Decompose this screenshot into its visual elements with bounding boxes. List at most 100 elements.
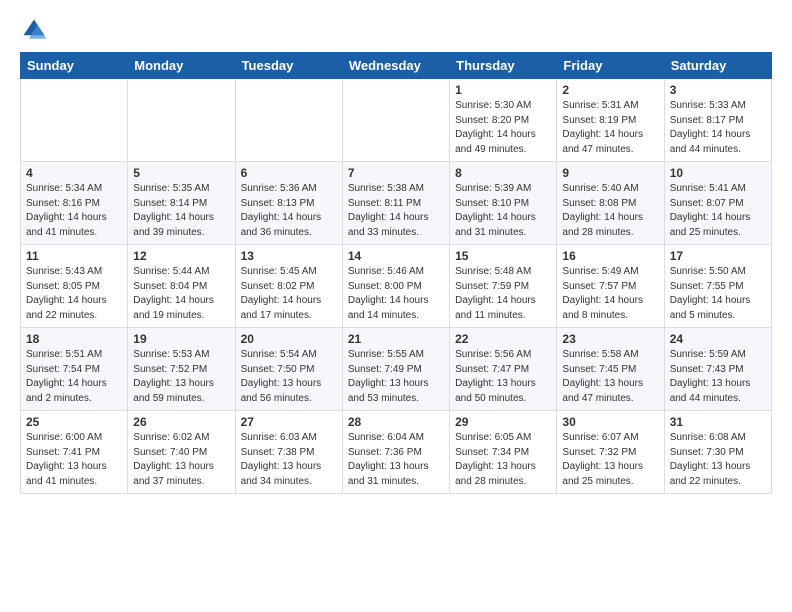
day-info: Sunrise: 5:33 AM Sunset: 8:17 PM Dayligh… <box>670 99 766 157</box>
calendar-cell: 31 Sunrise: 6:08 AM Sunset: 7:30 PM Dayli… <box>664 411 771 494</box>
week-row-4: 18 Sunrise: 5:51 AM Sunset: 7:54 PM Dayli… <box>21 328 772 411</box>
weekday-header-sunday: Sunday <box>21 53 128 79</box>
calendar-cell: 8Sunrise: 5:39 AM Sunset: 8:10 PM Daylig… <box>450 162 557 245</box>
calendar-cell: 10 Sunrise: 5:41 AM Sunset: 8:07 PM Dayli… <box>664 162 771 245</box>
day-info: Sunrise: 5:31 AM Sunset: 8:19 PM Dayligh… <box>562 99 658 157</box>
calendar-cell <box>342 79 449 162</box>
day-info: Sunrise: 6:03 AM Sunset: 7:38 PM Dayligh… <box>241 431 337 489</box>
day-number: 20 <box>241 332 337 346</box>
day-info: Sunrise: 6:04 AM Sunset: 7:36 PM Dayligh… <box>348 431 444 489</box>
day-info: Sunrise: 5:49 AM Sunset: 7:57 PM Dayligh… <box>562 265 658 323</box>
calendar-cell <box>235 79 342 162</box>
calendar-cell <box>128 79 235 162</box>
calendar-cell: 7Sunrise: 5:38 AM Sunset: 8:11 PM Daylig… <box>342 162 449 245</box>
calendar-cell: 1Sunrise: 5:30 AM Sunset: 8:20 PM Daylig… <box>450 79 557 162</box>
day-number: 19 <box>133 332 229 346</box>
day-number: 13 <box>241 249 337 263</box>
day-info: Sunrise: 5:35 AM Sunset: 8:14 PM Dayligh… <box>133 182 229 240</box>
calendar-cell: 4Sunrise: 5:34 AM Sunset: 8:16 PM Daylig… <box>21 162 128 245</box>
page: SundayMondayTuesdayWednesdayThursdayFrid… <box>0 0 792 510</box>
day-number: 18 <box>26 332 122 346</box>
calendar-cell <box>21 79 128 162</box>
calendar-cell: 14Sunrise: 5:46 AM Sunset: 8:00 PM Dayli… <box>342 245 449 328</box>
day-number: 23 <box>562 332 658 346</box>
day-info: Sunrise: 5:59 AM Sunset: 7:43 PM Dayligh… <box>670 348 766 406</box>
calendar-cell: 19 Sunrise: 5:53 AM Sunset: 7:52 PM Dayli… <box>128 328 235 411</box>
day-number: 29 <box>455 415 551 429</box>
day-info: Sunrise: 5:54 AM Sunset: 7:50 PM Dayligh… <box>241 348 337 406</box>
calendar-cell: 23 Sunrise: 5:58 AM Sunset: 7:45 PM Dayli… <box>557 328 664 411</box>
calendar-cell: 11 Sunrise: 5:43 AM Sunset: 8:05 PM Dayli… <box>21 245 128 328</box>
day-info: Sunrise: 5:43 AM Sunset: 8:05 PM Dayligh… <box>26 265 122 323</box>
week-row-1: 1Sunrise: 5:30 AM Sunset: 8:20 PM Daylig… <box>21 79 772 162</box>
weekday-header-thursday: Thursday <box>450 53 557 79</box>
day-info: Sunrise: 6:08 AM Sunset: 7:30 PM Dayligh… <box>670 431 766 489</box>
day-number: 3 <box>670 83 766 97</box>
week-row-2: 4Sunrise: 5:34 AM Sunset: 8:16 PM Daylig… <box>21 162 772 245</box>
day-number: 5 <box>133 166 229 180</box>
day-number: 16 <box>562 249 658 263</box>
weekday-header-saturday: Saturday <box>664 53 771 79</box>
day-number: 21 <box>348 332 444 346</box>
day-info: Sunrise: 5:45 AM Sunset: 8:02 PM Dayligh… <box>241 265 337 323</box>
day-number: 26 <box>133 415 229 429</box>
day-info: Sunrise: 5:34 AM Sunset: 8:16 PM Dayligh… <box>26 182 122 240</box>
day-info: Sunrise: 5:51 AM Sunset: 7:54 PM Dayligh… <box>26 348 122 406</box>
day-info: Sunrise: 6:05 AM Sunset: 7:34 PM Dayligh… <box>455 431 551 489</box>
calendar-cell: 25 Sunrise: 6:00 AM Sunset: 7:41 PM Dayli… <box>21 411 128 494</box>
day-number: 24 <box>670 332 766 346</box>
day-number: 14 <box>348 249 444 263</box>
calendar-cell: 21 Sunrise: 5:55 AM Sunset: 7:49 PM Dayli… <box>342 328 449 411</box>
calendar-cell: 9 Sunrise: 5:40 AM Sunset: 8:08 PM Daylig… <box>557 162 664 245</box>
calendar-cell: 26 Sunrise: 6:02 AM Sunset: 7:40 PM Dayli… <box>128 411 235 494</box>
day-number: 30 <box>562 415 658 429</box>
day-info: Sunrise: 5:53 AM Sunset: 7:52 PM Dayligh… <box>133 348 229 406</box>
logo <box>20 16 52 44</box>
day-number: 9 <box>562 166 658 180</box>
day-info: Sunrise: 5:44 AM Sunset: 8:04 PM Dayligh… <box>133 265 229 323</box>
day-info: Sunrise: 5:40 AM Sunset: 8:08 PM Dayligh… <box>562 182 658 240</box>
logo-icon <box>20 16 48 44</box>
calendar-cell: 28Sunrise: 6:04 AM Sunset: 7:36 PM Dayli… <box>342 411 449 494</box>
day-info: Sunrise: 5:36 AM Sunset: 8:13 PM Dayligh… <box>241 182 337 240</box>
day-number: 2 <box>562 83 658 97</box>
day-info: Sunrise: 5:55 AM Sunset: 7:49 PM Dayligh… <box>348 348 444 406</box>
calendar-table: SundayMondayTuesdayWednesdayThursdayFrid… <box>20 52 772 494</box>
day-number: 22 <box>455 332 551 346</box>
day-info: Sunrise: 5:30 AM Sunset: 8:20 PM Dayligh… <box>455 99 551 157</box>
week-row-5: 25 Sunrise: 6:00 AM Sunset: 7:41 PM Dayli… <box>21 411 772 494</box>
day-info: Sunrise: 5:41 AM Sunset: 8:07 PM Dayligh… <box>670 182 766 240</box>
day-number: 6 <box>241 166 337 180</box>
day-number: 31 <box>670 415 766 429</box>
day-info: Sunrise: 6:07 AM Sunset: 7:32 PM Dayligh… <box>562 431 658 489</box>
calendar-cell: 17 Sunrise: 5:50 AM Sunset: 7:55 PM Dayli… <box>664 245 771 328</box>
day-info: Sunrise: 5:58 AM Sunset: 7:45 PM Dayligh… <box>562 348 658 406</box>
calendar-cell: 3 Sunrise: 5:33 AM Sunset: 8:17 PM Daylig… <box>664 79 771 162</box>
day-number: 7 <box>348 166 444 180</box>
day-info: Sunrise: 6:02 AM Sunset: 7:40 PM Dayligh… <box>133 431 229 489</box>
weekday-header-friday: Friday <box>557 53 664 79</box>
calendar-cell: 13 Sunrise: 5:45 AM Sunset: 8:02 PM Dayli… <box>235 245 342 328</box>
day-info: Sunrise: 6:00 AM Sunset: 7:41 PM Dayligh… <box>26 431 122 489</box>
day-number: 17 <box>670 249 766 263</box>
day-info: Sunrise: 5:50 AM Sunset: 7:55 PM Dayligh… <box>670 265 766 323</box>
day-number: 27 <box>241 415 337 429</box>
day-info: Sunrise: 5:56 AM Sunset: 7:47 PM Dayligh… <box>455 348 551 406</box>
calendar-cell: 15Sunrise: 5:48 AM Sunset: 7:59 PM Dayli… <box>450 245 557 328</box>
calendar-cell: 24 Sunrise: 5:59 AM Sunset: 7:43 PM Dayli… <box>664 328 771 411</box>
day-number: 25 <box>26 415 122 429</box>
weekday-header-wednesday: Wednesday <box>342 53 449 79</box>
weekday-header-row: SundayMondayTuesdayWednesdayThursdayFrid… <box>21 53 772 79</box>
day-info: Sunrise: 5:48 AM Sunset: 7:59 PM Dayligh… <box>455 265 551 323</box>
day-number: 8 <box>455 166 551 180</box>
calendar-cell: 29 Sunrise: 6:05 AM Sunset: 7:34 PM Dayli… <box>450 411 557 494</box>
weekday-header-tuesday: Tuesday <box>235 53 342 79</box>
day-number: 10 <box>670 166 766 180</box>
calendar-cell: 16 Sunrise: 5:49 AM Sunset: 7:57 PM Dayli… <box>557 245 664 328</box>
calendar-cell: 30 Sunrise: 6:07 AM Sunset: 7:32 PM Dayli… <box>557 411 664 494</box>
day-number: 11 <box>26 249 122 263</box>
calendar-cell: 6 Sunrise: 5:36 AM Sunset: 8:13 PM Daylig… <box>235 162 342 245</box>
calendar-cell: 2 Sunrise: 5:31 AM Sunset: 8:19 PM Daylig… <box>557 79 664 162</box>
calendar-cell: 12Sunrise: 5:44 AM Sunset: 8:04 PM Dayli… <box>128 245 235 328</box>
weekday-header-monday: Monday <box>128 53 235 79</box>
